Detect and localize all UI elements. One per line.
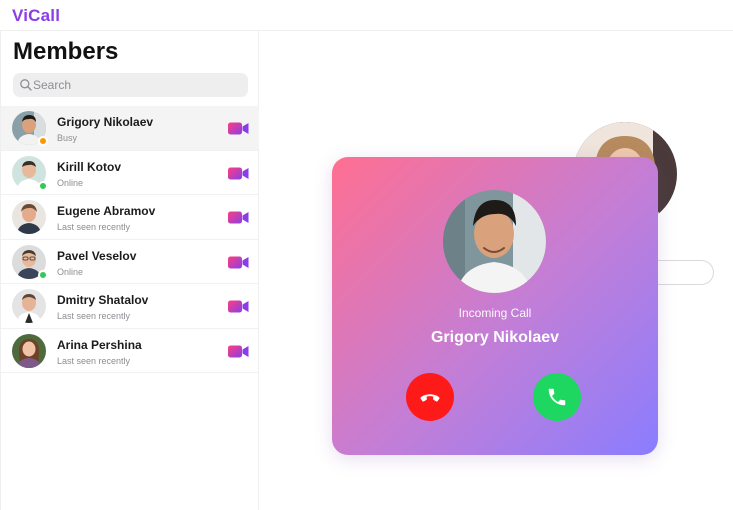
search-icon <box>20 79 32 91</box>
video-call-icon[interactable] <box>228 256 249 269</box>
status-dot <box>38 136 48 146</box>
decline-call-button[interactable] <box>406 373 454 421</box>
status-dot <box>38 269 48 280</box>
video-call-icon[interactable] <box>228 300 249 313</box>
member-name: Dmitry Shatalov <box>57 293 149 307</box>
member-status: Last seen recently <box>57 311 131 321</box>
member-name: Arina Pershina <box>57 337 142 352</box>
member-status: Last seen recently <box>57 222 131 232</box>
video-call-icon[interactable] <box>228 122 249 135</box>
member-status: Last seen recently <box>57 355 131 366</box>
search-box[interactable] <box>13 73 248 97</box>
search-input[interactable] <box>33 73 243 97</box>
member-name: Eugene Abramov <box>57 204 156 218</box>
caller-name: Grigory Nikolaev <box>430 329 560 346</box>
incoming-call-card: Incoming Call Grigory Nikolaev <box>332 157 658 455</box>
member-row-pavel-veselov[interactable]: Pavel Veselov Online <box>1 240 259 284</box>
member-row-arina-pershina[interactable]: Arina Pershina Last seen recently <box>1 329 259 373</box>
avatar <box>12 200 46 234</box>
member-status: Online <box>57 177 84 188</box>
video-call-icon[interactable] <box>228 211 249 224</box>
avatar <box>12 244 48 280</box>
member-status: Busy <box>57 133 78 143</box>
member-name: Grigory Nikolaev <box>57 115 154 129</box>
video-call-icon[interactable] <box>228 345 249 358</box>
members-list: Grigory Nikolaev Busy Kirill Kotov Onlin… <box>1 106 259 373</box>
status-dot <box>38 180 48 191</box>
phone-icon <box>548 388 566 406</box>
member-row-dmitry-shatalov[interactable]: Dmitry Shatalov Last seen recently <box>1 284 259 329</box>
avatar <box>12 111 48 146</box>
avatar <box>12 289 46 323</box>
video-call-icon[interactable] <box>228 167 249 180</box>
avatar-image <box>12 333 46 368</box>
avatar-image <box>12 200 46 234</box>
top-bar: ViCall <box>0 0 733 31</box>
member-status: Online <box>57 266 84 277</box>
members-sidebar: Members Grigory Nikolaev Busy <box>0 31 259 510</box>
call-status-label: Incoming Call <box>458 306 532 320</box>
avatar <box>12 333 46 368</box>
app-logo[interactable]: ViCall <box>12 6 60 26</box>
member-row-grigory-nikolaev[interactable]: Grigory Nikolaev Busy <box>1 106 259 151</box>
page-title: Members <box>13 38 119 65</box>
phone-hangup-icon <box>420 394 440 402</box>
avatar-image <box>12 289 46 323</box>
accept-call-button[interactable] <box>533 373 581 421</box>
member-name: Kirill Kotov <box>57 159 122 174</box>
caller-avatar <box>443 190 546 293</box>
avatar <box>12 155 48 191</box>
member-row-kirill-kotov[interactable]: Kirill Kotov Online <box>1 151 259 195</box>
member-row-eugene-abramov[interactable]: Eugene Abramov Last seen recently <box>1 195 259 240</box>
member-name: Pavel Veselov <box>57 248 137 263</box>
